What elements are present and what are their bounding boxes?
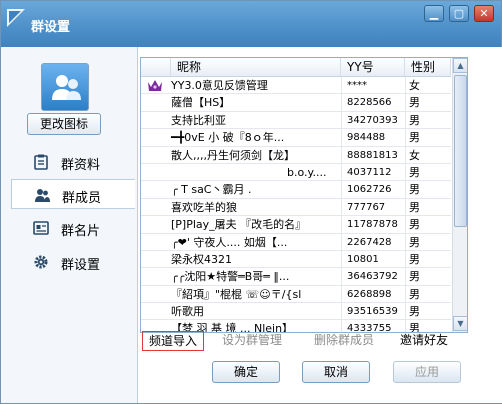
owner-crown-icon: [148, 80, 162, 91]
sidebar: 更改图标 群资料 群成员 群名片 群设置: [11, 47, 137, 387]
table-row[interactable]: b.o.y.... 4037112 男: [141, 164, 451, 182]
group-avatar: [41, 63, 89, 111]
members-icon: [35, 189, 50, 202]
member-sex: 男: [409, 305, 420, 319]
remove-member-link[interactable]: 删除群成员: [314, 331, 374, 351]
cancel-button[interactable]: 取消: [302, 361, 370, 383]
member-nick: b.o.y....: [287, 165, 327, 179]
member-sex: 女: [409, 148, 420, 162]
member-sex: 男: [409, 252, 420, 266]
apply-button[interactable]: 应用: [393, 361, 461, 383]
table-row[interactable]: 喜欢吃羊的狼 777767 男: [141, 199, 451, 217]
header-blank: [141, 58, 171, 76]
member-sex: 男: [409, 131, 420, 145]
member-yy: 88881813: [347, 149, 398, 161]
member-yy: 4037112: [347, 166, 392, 178]
header-yy[interactable]: YY号: [341, 58, 405, 76]
member-nick: 薩僧【HS】: [171, 96, 231, 110]
member-nick: ╭ T saC丶霸月 .: [171, 183, 252, 197]
sidebar-item-label: 群名片: [61, 224, 101, 239]
member-nick: 听歌用: [171, 305, 204, 319]
app-logo-icon: [7, 9, 25, 27]
table-row[interactable]: [P]Play_屠夫 『改毛的名』 11787878 男: [141, 216, 451, 234]
member-sex: 男: [409, 183, 420, 197]
sidebar-item-label: 群成员: [62, 191, 102, 206]
table-row[interactable]: 『紹項』"棍棍 ☏☺〒/{sl 6268898 男: [141, 286, 451, 304]
member-nick: [P]Play_屠夫 『改毛的名』: [171, 218, 307, 232]
sidebar-item-label: 群资料: [61, 158, 101, 173]
sidebar-item-group-settings[interactable]: 群设置: [11, 247, 135, 277]
member-yy: 11787878: [347, 219, 398, 231]
sidebar-item-members[interactable]: 群成员: [11, 179, 135, 209]
member-nick: 梁永权4321: [171, 252, 232, 266]
gear-icon: [34, 255, 48, 269]
member-yy: 6268898: [347, 288, 392, 300]
change-icon-button[interactable]: 更改图标: [27, 113, 101, 135]
member-nick: YY3.0意见反馈管理: [171, 79, 268, 92]
ok-button[interactable]: 确定: [212, 361, 280, 383]
member-yy: 8228566: [347, 97, 392, 109]
member-yy: 2267428: [347, 236, 392, 248]
table-header: 昵称 YY号 性别: [141, 58, 451, 77]
table-row[interactable]: ╭❤' 守夜人.... 如烟【... 2267428 男: [141, 234, 451, 251]
table-body: YY3.0意见反馈管理 **** 女 薩僧【HS】 8228566 男 支持比利…: [141, 77, 451, 332]
scroll-up-arrow-icon[interactable]: ▲: [453, 58, 467, 73]
window-title: 群设置: [31, 20, 71, 35]
table-row[interactable]: 支持比利亚 34270393 男: [141, 112, 451, 130]
header-sex[interactable]: 性别: [405, 58, 451, 76]
vertical-scrollbar[interactable]: ▲ ▼: [452, 58, 467, 332]
member-sex: 男: [409, 165, 420, 179]
member-yy: 777767: [347, 201, 386, 213]
minimize-button[interactable]: ▁: [424, 5, 444, 22]
member-nick: 散人,,,,丹生何须剑【龙】: [171, 148, 295, 162]
member-sex: 男: [409, 235, 420, 249]
member-sex: 女: [409, 79, 420, 92]
card-icon: [33, 221, 49, 235]
member-yy: 1062726: [347, 184, 392, 196]
member-sex: 男: [409, 218, 420, 232]
member-yy: 984488: [347, 132, 386, 144]
table-row[interactable]: YY3.0意见反馈管理 **** 女: [141, 77, 451, 95]
member-nick: ╭╭沈阳★特警═B哥═ ‖...: [171, 270, 290, 284]
table-row[interactable]: 散人,,,,丹生何须剑【龙】 88881813 女: [141, 147, 451, 164]
invite-friends-link[interactable]: 邀请好友: [400, 331, 448, 351]
channel-import-link[interactable]: 频道导入: [142, 331, 204, 351]
member-nick: 喜欢吃羊的狼: [171, 200, 237, 214]
member-sex: 男: [409, 113, 420, 127]
member-sex: 男: [409, 200, 420, 214]
member-yy: 93516539: [347, 306, 398, 318]
table-row[interactable]: 听歌用 93516539 男: [141, 303, 451, 321]
member-nick: ╭❤' 守夜人.... 如烟【...: [171, 235, 288, 249]
member-sex: 男: [409, 287, 420, 301]
table-row[interactable]: ╭╭沈阳★特警═B哥═ ‖... 36463792 男: [141, 268, 451, 286]
member-yy: 36463792: [347, 271, 398, 283]
table-row[interactable]: ╭ T saC丶霸月 . 1062726 男: [141, 181, 451, 199]
close-button[interactable]: ✕: [474, 5, 494, 22]
title-bar[interactable]: 群设置 ▁ ▢ ✕: [1, 1, 501, 47]
scroll-down-arrow-icon[interactable]: ▼: [453, 316, 467, 331]
table-row[interactable]: 薩僧【HS】 8228566 男: [141, 94, 451, 112]
member-sex: 男: [409, 270, 420, 284]
member-yy: 34270393: [347, 114, 398, 126]
table-row[interactable]: 梁永权4321 10801 男: [141, 251, 451, 269]
member-nick: 『紹項』"棍棍 ☏☺〒/{sl: [171, 287, 302, 301]
table-row[interactable]: ━╋0vE 小 破『8ｏ年... 984488 男: [141, 129, 451, 147]
sidebar-item-group-card[interactable]: 群名片: [11, 213, 135, 243]
member-table: 昵称 YY号 性别 YY3.0意见反馈管理 **** 女 薩僧【HS】 8228…: [140, 57, 468, 333]
sidebar-item-group-info[interactable]: 群资料: [11, 147, 135, 177]
member-yy: ****: [347, 80, 367, 91]
sidebar-item-label: 群设置: [61, 258, 101, 273]
member-yy: 10801: [347, 253, 379, 265]
group-people-icon: [52, 75, 81, 100]
maximize-button[interactable]: ▢: [449, 5, 469, 22]
members-panel: 昵称 YY号 性别 YY3.0意见反馈管理 **** 女 薩僧【HS】 8228…: [137, 47, 502, 403]
profile-icon: [34, 154, 48, 170]
header-nick[interactable]: 昵称: [171, 58, 341, 76]
member-nick: ━╋0vE 小 破『8ｏ年...: [171, 131, 285, 145]
member-sex: 男: [409, 96, 420, 110]
group-settings-window: 群设置 ▁ ▢ ✕ 更改图标 群资料 群成员 群名片 群设置 昵称 YY号 性别…: [0, 0, 502, 404]
member-nick: 支持比利亚: [171, 113, 226, 127]
scroll-thumb[interactable]: [454, 75, 467, 227]
set-admin-link[interactable]: 设为群管理: [222, 331, 282, 351]
